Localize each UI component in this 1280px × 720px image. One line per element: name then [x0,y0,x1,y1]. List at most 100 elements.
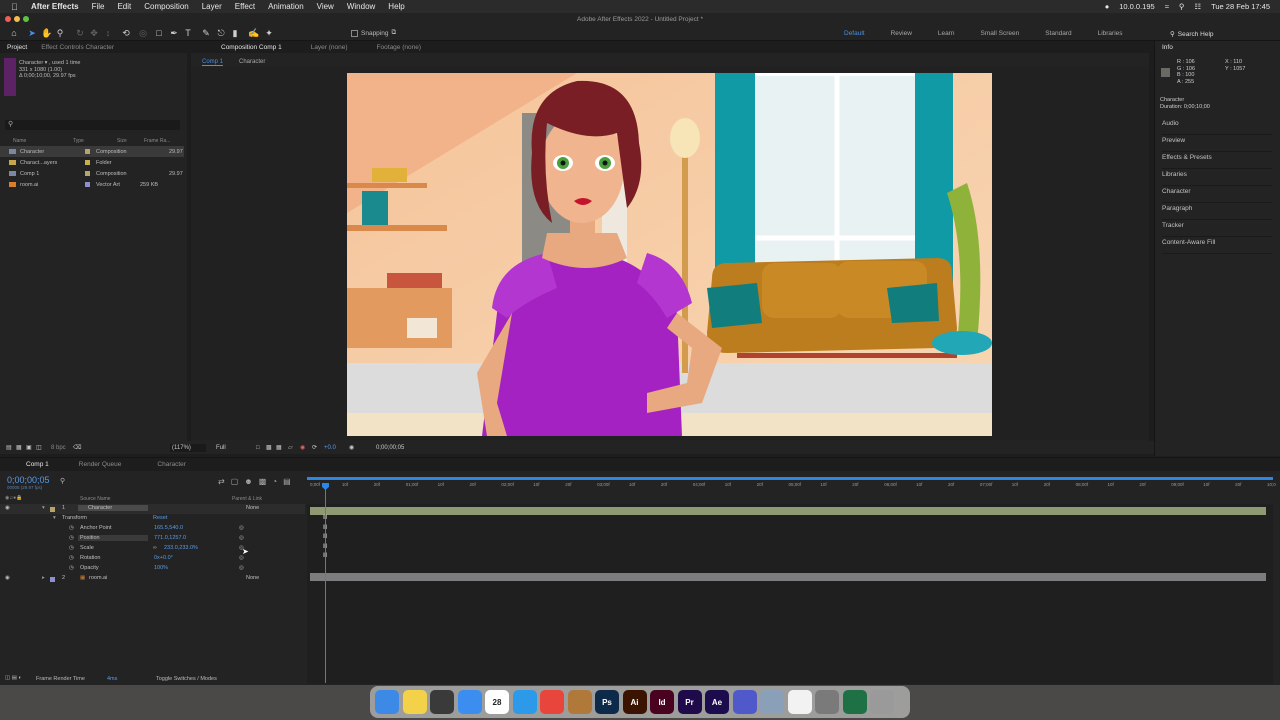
expression-pickwhip-icon[interactable]: ◎ [239,535,244,541]
tab-character[interactable]: Character [131,461,196,468]
panel-audio[interactable]: Audio [1162,118,1272,135]
timeline-tracks[interactable]: 0;00f 10f 20f 01;00f 10f 20f 02;00f 10f 20f 03;00… [307,474,1276,684]
layer-bar-character[interactable] [310,507,1266,515]
textedit-icon[interactable] [787,690,812,714]
hand-tool-icon[interactable]: ✋ [41,28,52,38]
property-value[interactable]: 771.0,1257.0 [154,535,186,541]
panel-effects-presets[interactable]: Effects & Presets [1162,152,1272,169]
snap-options-icon[interactable]: ⧉ [391,29,396,37]
playhead-line[interactable] [325,483,326,683]
premiere-pro-icon[interactable]: Pr [677,690,702,714]
roto-brush-tool-icon[interactable]: ✍ [248,28,259,38]
menu-file[interactable]: File [92,2,105,11]
region-of-interest-icon[interactable]: □ [256,445,266,451]
menu-effect[interactable]: Effect [235,2,255,11]
visibility-icon[interactable]: ◉ [5,575,10,581]
snapping-checkbox[interactable] [351,29,358,37]
visibility-icon[interactable]: ◉ [5,505,10,511]
zoom-tool-icon[interactable]: ⚲ [55,28,65,38]
breadcrumb-comp1[interactable]: Comp 1 [202,59,224,66]
clone-stamp-tool-icon[interactable]: ⎋ [216,28,226,38]
brush-tool-icon[interactable]: ✎ [201,28,211,38]
layer-row[interactable]: ◉ ▾ 1 Character None [0,504,305,514]
stopwatch-icon[interactable]: ◷ [69,545,74,551]
col-frame-rate[interactable]: Frame Ra... [144,138,174,144]
after-effects-icon[interactable]: Ae [705,690,729,714]
transform-reset[interactable]: Reset [153,515,167,521]
snapping-toggle[interactable]: Snapping ⧉ [351,29,396,37]
panel-preview[interactable]: Preview [1162,135,1272,152]
panel-libraries[interactable]: Libraries [1162,169,1272,186]
workspace-default[interactable]: Default [844,30,865,37]
motion-blur-icon[interactable]: ◔ [272,477,277,486]
pan-tool-icon[interactable]: ✥ [89,28,99,38]
search-icon[interactable]: ⚲ [1179,2,1185,11]
stopwatch-icon[interactable]: ◷ [69,565,74,571]
rectangle-tool-icon[interactable]: □ [154,28,164,38]
record-icon[interactable]: ● [1105,2,1110,11]
calculator-icon[interactable] [430,690,454,714]
transparency-grid-icon[interactable]: ▩ [266,444,276,451]
trash-icon[interactable] [870,690,894,714]
property-row[interactable]: ◷ Anchor Point 165.5,540.0 ◎ [0,524,305,534]
toggle-switches-modes[interactable]: Toggle Switches / Modes [156,676,217,682]
home-icon[interactable]: ⌂ [9,28,19,38]
type-tool-icon[interactable]: T [183,28,193,38]
tab-comp1[interactable]: Comp 1 [0,461,59,468]
property-value[interactable]: 165.5,540.0 [154,525,183,531]
stopwatch-icon[interactable]: ◷ [69,525,74,531]
ip-address[interactable]: 10.0.0.195 [1119,2,1154,11]
property-row[interactable]: ◷ Opacity 100% ◎ [0,564,305,574]
transform-group[interactable]: ▾ Transform Reset [0,514,305,524]
stopwatch-icon[interactable]: ◷ [69,555,74,561]
mask-visibility-icon[interactable]: ▱ [288,444,300,451]
property-row[interactable]: ◷ Rotation 0x+0.0° ◎ [0,554,305,564]
tab-layer[interactable]: Layer (none) [289,44,355,51]
safari-icon[interactable] [512,690,537,714]
indesign-icon[interactable]: Id [650,690,674,714]
col-source-name[interactable]: Source Name [80,496,111,502]
shy-layers-icon[interactable]: ☻ [244,477,252,486]
menu-help[interactable]: Help [388,2,404,11]
workspace-libraries[interactable]: Libraries [1098,30,1123,37]
menu-edit[interactable]: Edit [117,2,131,11]
camera-snapshot-icon[interactable]: ◉ [349,444,361,451]
exposure-reset-icon[interactable]: ⟳ [312,444,324,451]
datetime[interactable]: Tue 28 Feb 17:45 [1211,2,1270,11]
graph-editor-icon[interactable]: ▤ [283,477,291,486]
color-channels-icon[interactable]: ◉ [300,444,312,451]
toggle-transparency-icon[interactable]: ▦ [16,444,26,451]
dolly-tool-icon[interactable]: ↕ [103,28,113,38]
grid-guides-icon[interactable]: ▦ [276,444,288,451]
menu-animation[interactable]: Animation [268,2,304,11]
menu-view[interactable]: View [317,2,334,11]
breadcrumb-character[interactable]: Character [239,59,265,65]
layer-row[interactable]: ◉ ▸ 2 ▦ room.ai None [0,574,305,584]
timeline-search-input[interactable]: ⚲ [60,477,210,486]
preview-icon[interactable] [760,690,784,714]
blender-icon[interactable] [567,690,592,714]
col-name[interactable]: Name [13,138,73,144]
expression-pickwhip-icon[interactable]: ◎ [239,565,244,571]
search-help-field[interactable]: ⚲ Search Help [1170,29,1270,39]
tab-effect-controls[interactable]: Effect Controls Character [34,44,121,51]
time-ruler[interactable]: 0;00f 10f 20f 01;00f 10f 20f 02;00f 10f 20f 03;00… [307,474,1276,504]
apple-icon[interactable]:  [11,2,23,12]
property-value[interactable]: 100% [154,565,168,571]
exposure-value[interactable]: +0.0 [324,445,344,451]
expand-arrow-icon[interactable]: ▾ [53,515,56,521]
puppet-pin-tool-icon[interactable]: ✦ [264,28,274,38]
constrain-proportions-icon[interactable]: ∞ [153,545,157,551]
col-size[interactable]: Size [117,138,144,144]
eraser-tool-icon[interactable]: ▮ [230,28,240,38]
tab-footage[interactable]: Footage (none) [355,44,428,51]
notes-icon[interactable] [402,690,427,714]
snapshot-icon[interactable]: ▣ [26,444,36,451]
tab-project[interactable]: Project [0,44,34,51]
selection-tool-icon[interactable]: ➤ [27,28,37,38]
label-color[interactable] [85,149,90,154]
current-time[interactable]: 0;00;00;05 [376,445,404,451]
pan-behind-tool-icon[interactable]: ◎ [138,28,148,38]
menu-composition[interactable]: Composition [144,2,188,11]
stopwatch-icon[interactable]: ◷ [69,535,74,541]
